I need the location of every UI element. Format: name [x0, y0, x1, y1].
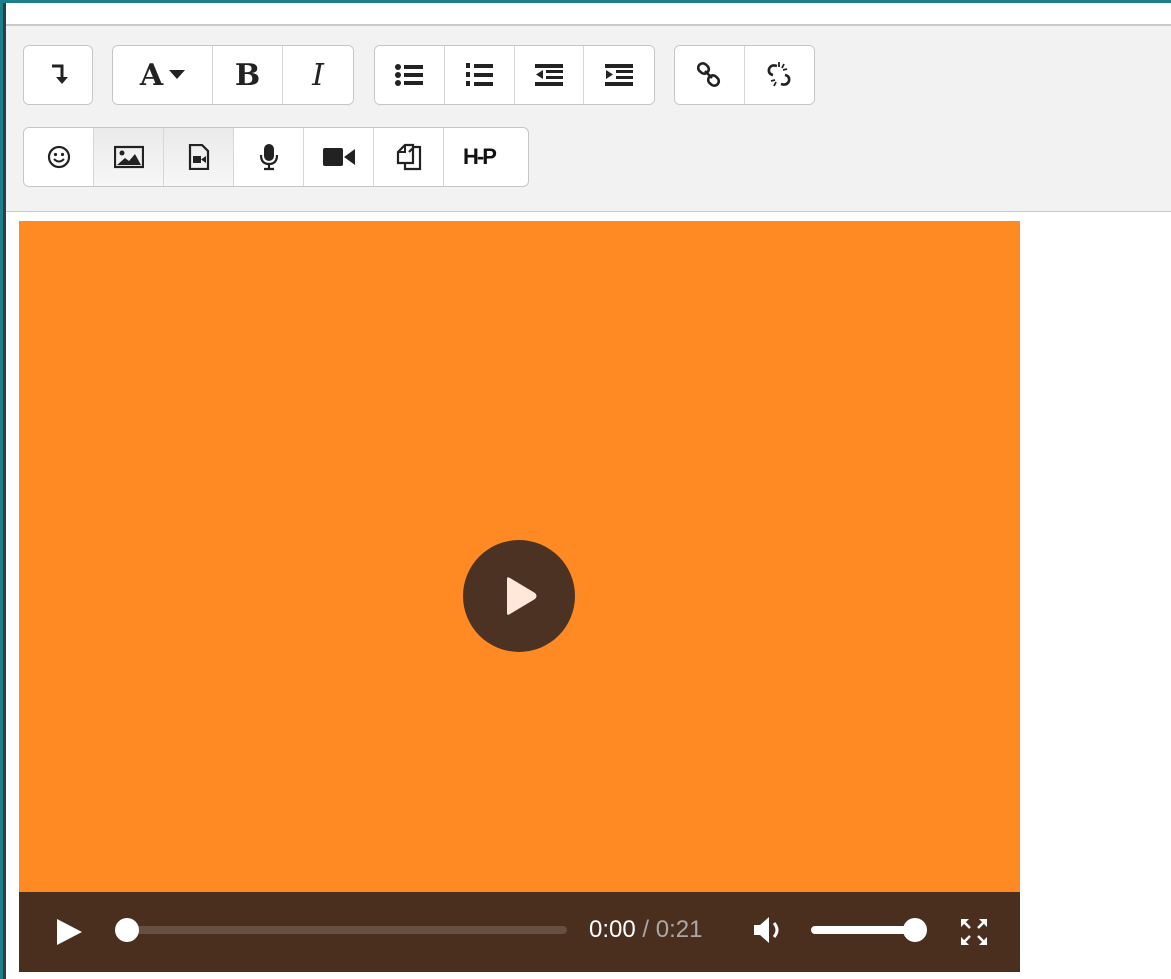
toolbar-group-media: H-P: [23, 127, 529, 187]
time-separator: /: [642, 916, 650, 943]
emoji-icon: [47, 145, 70, 169]
unlink-button[interactable]: [744, 46, 814, 104]
italic-button[interactable]: I: [283, 46, 353, 104]
progress-handle[interactable]: [115, 918, 139, 942]
unordered-list-button[interactable]: [375, 46, 445, 104]
record-video-button[interactable]: [304, 128, 374, 186]
editor-toolbar: A B I H-P: [6, 26, 1171, 212]
time-display: 0:00 / 0:21: [589, 916, 702, 944]
bold-button[interactable]: B: [213, 46, 283, 104]
fullscreen-icon: [961, 919, 987, 945]
indent-button[interactable]: [584, 46, 654, 104]
toolbar-group-lists: [374, 45, 655, 105]
play-button[interactable]: [55, 918, 83, 950]
ordered-list-icon: [466, 63, 494, 86]
unlink-icon: [767, 62, 791, 87]
chevron-down-icon: [169, 70, 186, 79]
big-play-button[interactable]: [463, 540, 575, 652]
font-icon: A: [139, 57, 164, 93]
toolbar-group-font: A B I: [112, 45, 354, 105]
unordered-list-icon: [395, 64, 424, 86]
toolbar-group-collapse: [23, 45, 93, 105]
toolbar-group-links: [674, 45, 815, 105]
media-icon: [188, 144, 209, 170]
image-icon: [113, 145, 144, 169]
current-time: 0:00: [589, 916, 636, 943]
collapse-icon: [52, 64, 68, 84]
emoji-button[interactable]: [24, 128, 94, 186]
volume-icon: [754, 917, 779, 943]
link-button[interactable]: [675, 46, 745, 104]
italic-icon: I: [312, 57, 324, 93]
mute-button[interactable]: [753, 915, 785, 949]
collapse-button[interactable]: [24, 46, 92, 104]
outdent-icon: [534, 64, 563, 86]
font-button[interactable]: A: [113, 46, 213, 104]
fullscreen-button[interactable]: [959, 917, 989, 951]
manage-files-button[interactable]: [374, 128, 444, 186]
progress-bar[interactable]: [115, 918, 567, 942]
manage-files-icon: [396, 143, 421, 171]
volume-handle[interactable]: [903, 918, 927, 942]
indent-icon: [605, 64, 634, 86]
image-button[interactable]: [94, 128, 164, 186]
editor-top-bar: [6, 3, 1171, 26]
video-controls-bar: 0:00 / 0:21: [19, 892, 1020, 972]
bold-icon: B: [234, 57, 261, 93]
duration: 0:21: [655, 916, 703, 943]
video-player[interactable]: 0:00 / 0:21: [19, 221, 1020, 972]
video-camera-icon: [322, 148, 355, 166]
link-icon: [697, 62, 721, 87]
play-icon: [57, 919, 82, 945]
h5p-icon: H-P: [463, 144, 497, 169]
volume-slider[interactable]: [811, 918, 927, 942]
media-button[interactable]: [164, 128, 234, 186]
record-audio-button[interactable]: [234, 128, 304, 186]
big-play-icon: [507, 577, 537, 615]
microphone-icon: [259, 144, 278, 171]
h5p-button[interactable]: H-P: [444, 128, 514, 186]
outdent-button[interactable]: [514, 46, 585, 104]
ordered-list-button[interactable]: [444, 46, 515, 104]
